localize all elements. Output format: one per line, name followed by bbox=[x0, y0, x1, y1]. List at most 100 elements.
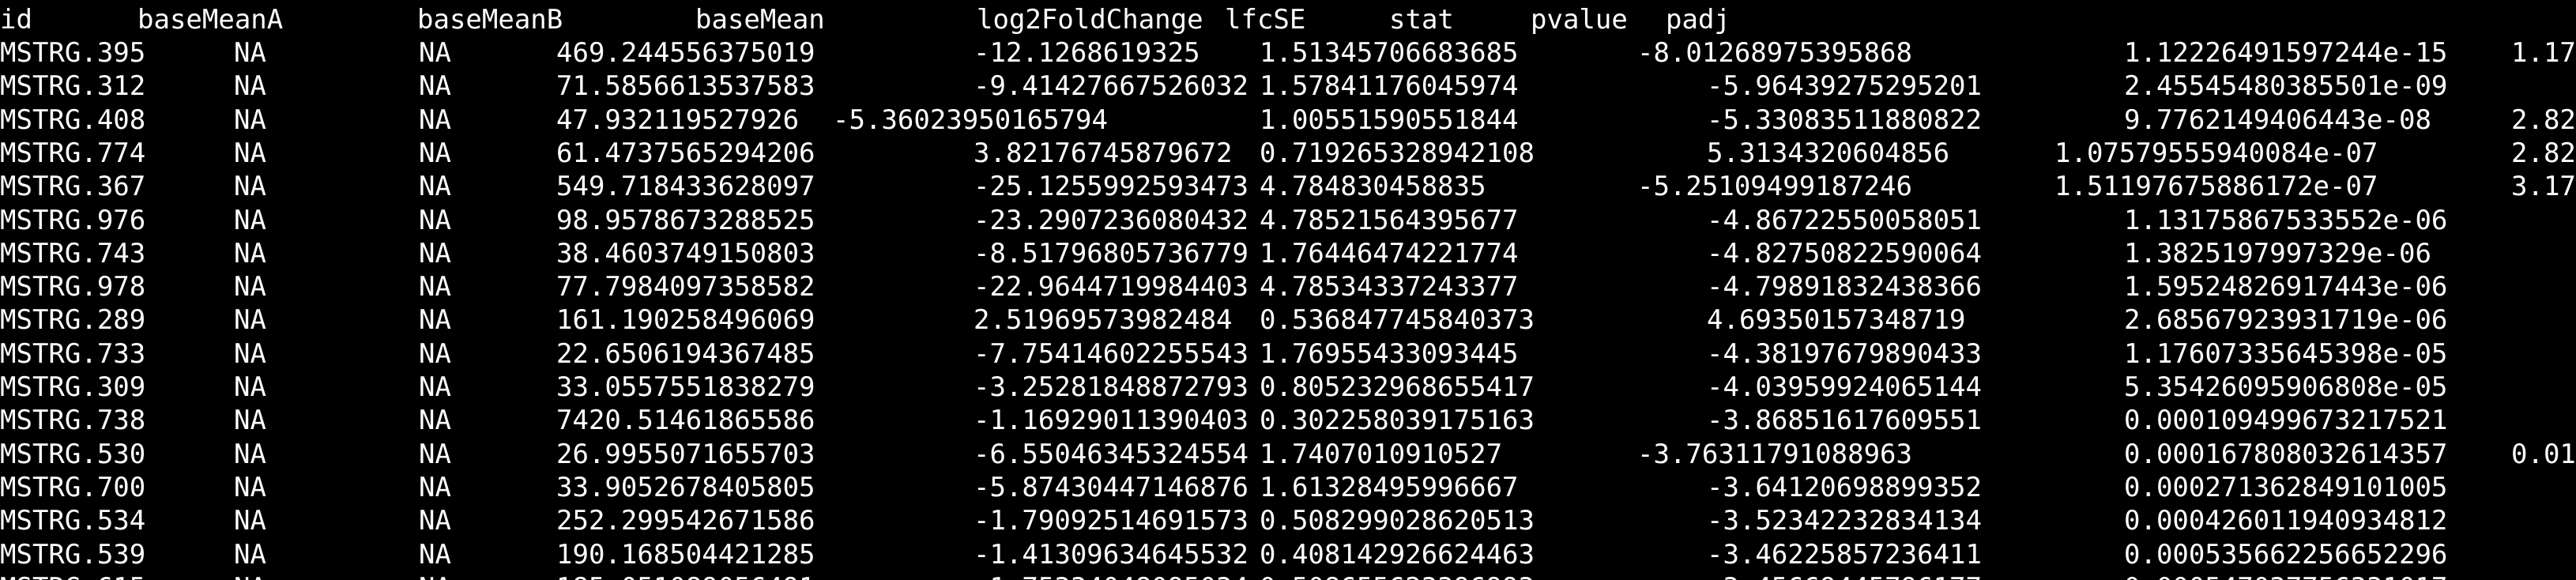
cell-lfcse: 0.805232968655417 bbox=[1260, 371, 1535, 403]
cell-basemeana: NA bbox=[234, 337, 266, 370]
header-basemeanb: baseMeanB bbox=[417, 4, 563, 36]
cell-stat: -3.86851617609551 bbox=[1707, 405, 1982, 437]
cell-pvalue: 1.12226491597244e-15 bbox=[2124, 37, 2448, 69]
cell-lfcse: 1.51345706683685 bbox=[1260, 37, 1519, 69]
cell-stat: -4.82750822590064 bbox=[1707, 237, 1982, 269]
cell-log2foldchange: -9.41427667526032 bbox=[974, 70, 1248, 103]
cell-basemeana: NA bbox=[234, 371, 266, 403]
cell-log2foldchange: -25.1255992593473 bbox=[974, 171, 1248, 203]
cell-basemeana: NA bbox=[234, 171, 266, 203]
table-row: MSTRG.530 NA NA 26.9955071655703 -6.55046345… bbox=[0, 438, 2576, 471]
cell-stat: -4.86722550058051 bbox=[1707, 204, 1982, 236]
cell-basemeana: NA bbox=[234, 571, 266, 580]
cell-id: MSTRG.774 bbox=[0, 137, 146, 169]
cell-id: MSTRG.978 bbox=[0, 271, 146, 303]
header-padj: padj bbox=[1666, 4, 1731, 36]
cell-lfcse: 0.719265328942108 bbox=[1260, 137, 1535, 169]
cell-log2foldchange: -12.1268619325 bbox=[974, 37, 1200, 69]
cell-lfcse: 0.302258039175163 bbox=[1260, 405, 1535, 437]
cell-log2foldchange: -1.41309634645532 bbox=[974, 538, 1248, 571]
cell-basemeana: NA bbox=[234, 438, 266, 470]
table-row: MSTRG.774 NA NA 61.4737565294206 3.821767458… bbox=[0, 137, 2576, 170]
cell-basemean: 161.190258496069 bbox=[556, 304, 815, 337]
cell-id: MSTRG.743 bbox=[0, 237, 146, 269]
header-lfcse: lfcSE bbox=[1225, 4, 1306, 36]
cell-basemeanb: NA bbox=[419, 337, 451, 370]
cell-basemeana: NA bbox=[234, 405, 266, 437]
cell-basemeana: NA bbox=[234, 271, 266, 303]
cell-basemeanb: NA bbox=[419, 70, 451, 103]
cell-padj: 2.82 bbox=[2511, 104, 2576, 136]
table-row: MSTRG.534 NA NA 252.299542671586 -1.79092514… bbox=[0, 504, 2576, 537]
cell-pvalue: 9.7762149406443e-08 bbox=[2124, 104, 2431, 136]
cell-id: MSTRG.309 bbox=[0, 371, 146, 403]
cell-basemean: 26.9955071655703 bbox=[556, 438, 815, 470]
cell-pvalue: 1.13175867533552e-06 bbox=[2124, 204, 2448, 236]
cell-id: MSTRG.534 bbox=[0, 505, 146, 537]
cell-lfcse: 1.00551590551844 bbox=[1260, 104, 1519, 136]
cell-basemean: 469.244556375019 bbox=[556, 37, 815, 69]
cell-lfcse: 0.508299028620513 bbox=[1260, 505, 1535, 537]
cell-stat: 4.69350157348719 bbox=[1707, 304, 1966, 337]
cell-pvalue: 0.000547037756331017 bbox=[2124, 571, 2447, 580]
cell-basemeana: NA bbox=[234, 204, 266, 236]
cell-id: MSTRG.395 bbox=[0, 37, 146, 69]
table-row: MSTRG.978 NA NA 77.7984097358582 -22.9644719… bbox=[0, 270, 2576, 303]
cell-basemean: 61.4737565294206 bbox=[556, 137, 815, 169]
cell-basemean: 71.5856613537583 bbox=[556, 70, 815, 103]
table-row: MSTRG.733 NA NA 22.6506194367485 -7.75414602… bbox=[0, 337, 2576, 371]
cell-stat: -3.52342232834134 bbox=[1707, 505, 1982, 537]
cell-lfcse: 0.536847745840373 bbox=[1260, 304, 1535, 337]
cell-basemeanb: NA bbox=[419, 471, 451, 503]
cell-pvalue: 0.000167808032614357 bbox=[2124, 438, 2448, 470]
cell-id: MSTRG.615 bbox=[0, 571, 145, 580]
cell-stat: -5.96439275295201 bbox=[1707, 70, 1982, 103]
cell-basemeanb: NA bbox=[419, 271, 451, 303]
cell-log2foldchange: 2.51969573982484 bbox=[974, 304, 1233, 337]
cell-basemean: 33.0557551838279 bbox=[556, 371, 815, 403]
cell-basemeanb: NA bbox=[419, 405, 451, 437]
cell-basemeana: NA bbox=[234, 538, 266, 571]
cell-basemeanb: NA bbox=[419, 438, 451, 470]
cell-basemean: 7420.51461865586 bbox=[556, 405, 815, 437]
cell-id: MSTRG.312 bbox=[0, 70, 146, 103]
terminal-output[interactable]: id baseMeanA baseMeanB baseMean log2FoldChan… bbox=[0, 0, 2576, 580]
cell-stat: 5.3134320604856 bbox=[1707, 137, 1950, 169]
cell-basemeana: NA bbox=[234, 304, 266, 337]
cell-log2foldchange: -1.75334048095034 bbox=[974, 571, 1248, 580]
cell-basemeanb: NA bbox=[419, 505, 451, 537]
cell-log2foldchange: -1.16929011390403 bbox=[974, 405, 1248, 437]
cell-lfcse: 1.76446474221774 bbox=[1260, 237, 1519, 269]
cell-stat: -3.46225857236411 bbox=[1707, 538, 1982, 571]
table-row: MSTRG.289 NA NA 161.190258496069 2.519695739… bbox=[0, 303, 2576, 337]
cell-log2foldchange: -7.75414602255543 bbox=[974, 337, 1248, 370]
cell-basemean: 98.9578673288525 bbox=[556, 204, 815, 236]
cell-id: MSTRG.408 bbox=[0, 104, 146, 136]
table-row: MSTRG.743 NA NA 38.4603749150803 -8.51796805… bbox=[0, 237, 2576, 270]
header-basemeana: baseMeanA bbox=[137, 4, 284, 36]
cell-basemeana: NA bbox=[234, 37, 266, 69]
cell-basemean: 33.9052678405805 bbox=[556, 471, 815, 503]
cell-lfcse: 0.508655623396993 bbox=[1260, 571, 1535, 580]
cell-pvalue: 0.000426011940934812 bbox=[2124, 505, 2448, 537]
cell-log2foldchange: -1.79092514691573 bbox=[974, 505, 1248, 537]
table-row: MSTRG.700 NA NA 33.9052678405805 -5.87430447… bbox=[0, 471, 2576, 504]
table-row: MSTRG.312 NA NA 71.5856613537583 -9.41427667… bbox=[0, 70, 2576, 103]
cell-log2foldchange: -8.51796805736779 bbox=[974, 237, 1248, 269]
cell-padj: 0.01 bbox=[2511, 438, 2576, 470]
cell-basemeanb: NA bbox=[419, 304, 451, 337]
cell-pvalue: 1.3825197997329e-06 bbox=[2124, 237, 2431, 269]
cell-lfcse: 1.57841176045974 bbox=[1260, 70, 1519, 103]
cell-pvalue: 0.000109499673217521 bbox=[2124, 405, 2448, 437]
cell-id: MSTRG.733 bbox=[0, 337, 146, 370]
cell-basemeanb: NA bbox=[419, 37, 451, 69]
cell-stat: -8.01268975395868 bbox=[1637, 37, 1912, 69]
cell-log2foldchange: -22.9644719984403 bbox=[974, 271, 1248, 303]
cell-id: MSTRG.738 bbox=[0, 405, 146, 437]
cell-pvalue: 1.51197675886172e-07 bbox=[2054, 171, 2378, 203]
cell-padj: 1.17 bbox=[2511, 37, 2576, 69]
cell-basemeana: NA bbox=[234, 70, 266, 103]
cell-basemean: 185.051089056491 bbox=[556, 571, 815, 580]
cell-padj: 2.82 bbox=[2511, 137, 2576, 169]
cell-id: MSTRG.530 bbox=[0, 438, 146, 470]
